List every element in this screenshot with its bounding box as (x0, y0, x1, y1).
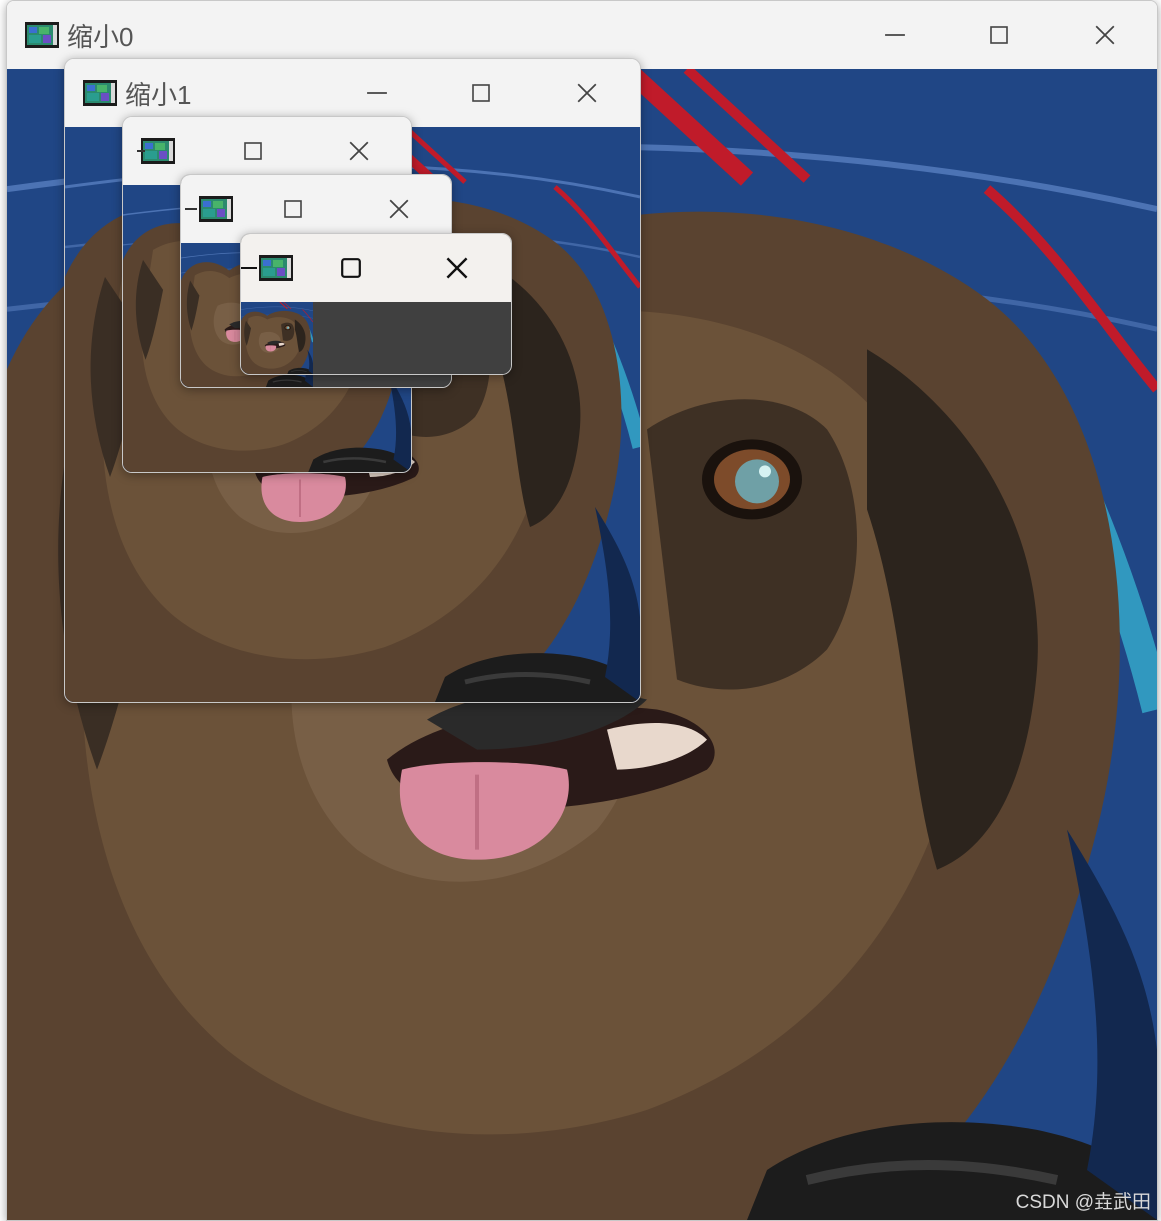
app-icon (83, 80, 117, 106)
close-icon (348, 140, 370, 162)
maximize-icon (471, 83, 491, 103)
titlebar-shrink4[interactable] (241, 234, 511, 302)
maximize-icon (340, 257, 362, 279)
dog-photo (241, 302, 313, 374)
minimize-icon[interactable] (137, 150, 145, 152)
maximize-button[interactable] (965, 1, 1033, 69)
close-button[interactable] (1071, 1, 1139, 69)
maximize-button[interactable] (317, 234, 385, 302)
maximize-icon (243, 141, 263, 161)
close-icon (1094, 24, 1116, 46)
window-title: 缩小1 (125, 79, 192, 110)
maximize-button[interactable] (447, 59, 515, 127)
minimize-icon[interactable] (185, 208, 197, 210)
maximize-icon (283, 199, 303, 219)
minimize-icon (366, 82, 388, 104)
close-icon (445, 256, 469, 280)
app-icon (141, 138, 175, 164)
window-shrink4[interactable] (240, 233, 512, 375)
maximize-icon (989, 25, 1009, 45)
image-canvas (241, 302, 511, 374)
app-icon (25, 22, 59, 48)
close-button[interactable] (423, 234, 491, 302)
app-icon (199, 196, 233, 222)
window-title: 缩小0 (67, 21, 134, 52)
app-icon (259, 255, 293, 281)
close-button[interactable] (553, 59, 621, 127)
minimize-icon[interactable] (241, 267, 257, 269)
minimize-icon (884, 24, 906, 46)
minimize-button[interactable] (861, 1, 929, 69)
close-icon (576, 82, 598, 104)
watermark: CSDN @垚武田 (1015, 1192, 1151, 1213)
close-icon (388, 198, 410, 220)
